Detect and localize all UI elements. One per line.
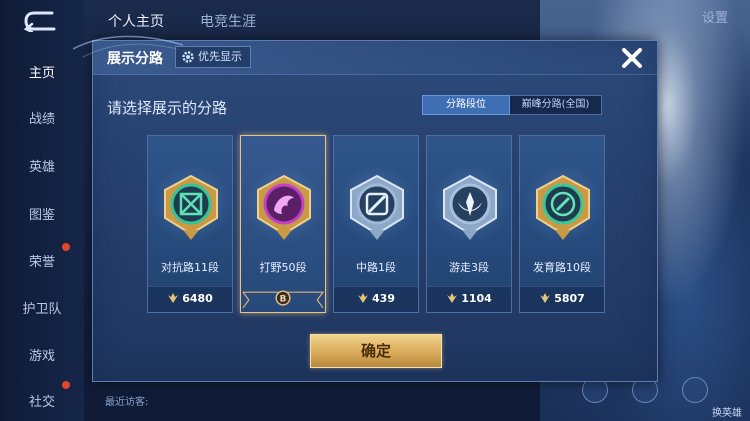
- back-arrow-icon[interactable]: [22, 10, 62, 32]
- points-bar: 5807: [520, 286, 604, 312]
- action-circle-icon[interactable]: [682, 377, 708, 403]
- svg-text:B: B: [280, 294, 287, 304]
- points-bar: 6480: [148, 286, 232, 312]
- farm-lane-icon: [536, 174, 590, 240]
- settings-button[interactable]: 设置: [702, 7, 728, 26]
- lane-card-mid[interactable]: 中路1段 439: [333, 135, 419, 313]
- lane-rank-label: 游走3段: [449, 261, 489, 274]
- tab-peak-lane[interactable]: 巅峰分路(全国): [510, 95, 602, 115]
- modal-subtitle: 请选择展示的分路: [107, 99, 228, 117]
- points-value: 5807: [520, 292, 604, 305]
- priority-display-label: 优先显示: [198, 50, 242, 63]
- notification-dot: [62, 381, 70, 389]
- sidebar-item-record[interactable]: 战绩: [0, 108, 84, 127]
- sidebar: 主页 战绩 英雄 图鉴 荣誉 护卫队 游戏 社交: [0, 0, 84, 421]
- jungle-dragon-icon: [257, 174, 311, 240]
- sidebar-item-honor[interactable]: 荣誉: [0, 251, 84, 270]
- sidebar-item-games[interactable]: 游戏: [0, 345, 84, 364]
- points-bar: 1104: [427, 286, 511, 312]
- sidebar-item-social[interactable]: 社交: [0, 391, 84, 410]
- peak-points-icon: [168, 293, 179, 303]
- priority-display-button[interactable]: 优先显示: [175, 46, 251, 68]
- gear-icon: [182, 51, 194, 63]
- sidebar-item-codex[interactable]: 图鉴: [0, 204, 84, 223]
- mid-lane-icon: [350, 174, 404, 240]
- close-icon[interactable]: [617, 43, 647, 73]
- lane-card-jungle[interactable]: 打野50段 B: [240, 135, 326, 313]
- lane-card-roam[interactable]: 游走3段 1104: [426, 135, 512, 313]
- points-bar: 439: [334, 286, 418, 312]
- sidebar-item-guard[interactable]: 护卫队: [0, 298, 84, 317]
- peak-points-icon: [540, 293, 551, 303]
- lane-display-modal: 展示分路 优先显示 请选择展示的分路 分路段位 巅峰分路(全国) 对抗路11段: [73, 35, 658, 382]
- tab-peak-lane-label: 巅峰分路(全国): [521, 99, 590, 110]
- notification-dot: [62, 243, 70, 251]
- modal-header: 展示分路 优先显示: [73, 35, 657, 75]
- lane-rank-label: 中路1段: [356, 261, 396, 274]
- sidebar-item-home[interactable]: 主页: [0, 62, 84, 81]
- roam-icon: [443, 174, 497, 240]
- modal-title: 展示分路: [107, 51, 163, 67]
- sidebar-item-heroes[interactable]: 英雄: [0, 156, 84, 175]
- tab-esports[interactable]: 电竞生涯: [200, 11, 256, 31]
- tab-lane-rank[interactable]: 分路段位: [422, 95, 510, 115]
- lane-card-farm[interactable]: 发育路10段 5807: [519, 135, 605, 313]
- lane-rank-label: 发育路10段: [533, 261, 591, 274]
- peak-points-icon: [447, 293, 458, 303]
- points-value: 1104: [427, 292, 511, 305]
- points-value: 439: [334, 292, 418, 305]
- lane-rank-label: 打野50段: [259, 261, 307, 274]
- confirm-button[interactable]: 确定: [310, 334, 442, 368]
- rank-tier-tag-icon: B: [242, 290, 325, 309]
- points-value: 6480: [148, 292, 232, 305]
- change-hero-button[interactable]: 换英雄: [712, 404, 742, 419]
- clash-lane-icon: [164, 174, 218, 240]
- lane-card-clash[interactable]: 对抗路11段 6480: [147, 135, 233, 313]
- recent-visitors-label: 最近访客:: [105, 397, 149, 408]
- peak-points-icon: [358, 293, 369, 303]
- tab-lane-rank-label: 分路段位: [446, 99, 486, 110]
- lane-rank-label: 对抗路11段: [161, 261, 219, 274]
